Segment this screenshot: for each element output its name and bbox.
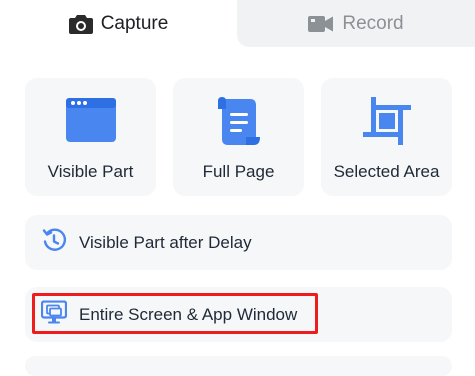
tab-record-label: Record [342,12,404,34]
browser-window-icon [65,97,117,148]
tab-capture[interactable]: Capture [0,0,237,47]
full-page-button[interactable]: Full Page [173,78,304,196]
crop-icon [362,97,411,150]
entire-screen-app-window-button[interactable]: Entire Screen & App Window [25,287,452,342]
next-option-row[interactable] [25,356,452,376]
tab-record[interactable]: Record [237,0,475,47]
full-page-label: Full Page [202,162,275,181]
camera-icon [68,14,93,34]
selected-area-button[interactable]: Selected Area [321,78,452,196]
visible-part-label: Visible Part [47,162,134,181]
delay-timer-icon [41,227,67,258]
scroll-page-icon [216,97,262,152]
selected-area-label: Selected Area [333,162,440,181]
visible-part-after-delay-button[interactable]: Visible Part after Delay [25,215,452,270]
monitor-icon [40,299,68,329]
visible-part-after-delay-label: Visible Part after Delay [79,232,252,252]
entire-screen-app-window-label: Entire Screen & App Window [79,304,298,324]
visible-part-button[interactable]: Visible Part [25,78,156,196]
tab-bar: Capture Record [0,0,475,47]
video-camera-icon [308,15,334,33]
tab-capture-label: Capture [100,12,169,34]
